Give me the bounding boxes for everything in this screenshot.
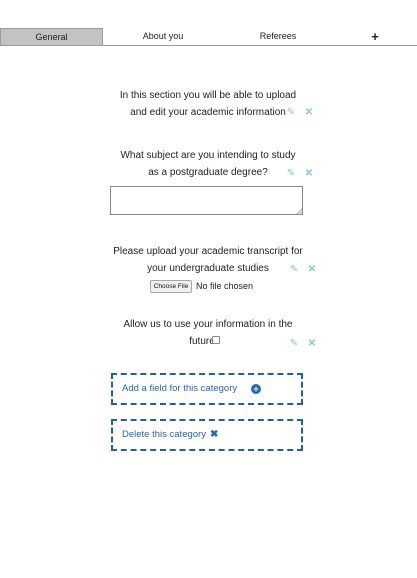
transcript-line-2: your undergraduate studies	[147, 263, 269, 274]
tab-general[interactable]: General	[0, 28, 103, 45]
consent-line-1: Allow us to use your information in the	[123, 319, 293, 330]
tab-bar: General About you Referees +	[0, 28, 417, 46]
edit-pencil-icon[interactable]: ✎	[288, 264, 300, 276]
edit-pencil-icon[interactable]: ✎	[285, 168, 297, 180]
choose-file-button[interactable]: Choose File	[150, 280, 192, 293]
plus-circle-icon: +	[251, 384, 261, 394]
consent-line-2: future	[189, 336, 215, 347]
remove-close-icon[interactable]: ✕	[303, 107, 315, 119]
tab-referees[interactable]: Referees	[223, 28, 333, 45]
tab-about-you[interactable]: About you	[103, 28, 223, 45]
section-intro-text: In this section you will be able to uplo…	[108, 87, 308, 121]
section-intro-line-2: and edit your academic information	[130, 107, 286, 118]
consent-label: Allow us to use your information in the …	[108, 316, 308, 350]
transcript-upload-label: Please upload your academic transcript f…	[106, 243, 310, 277]
remove-close-icon[interactable]: ✕	[306, 264, 318, 276]
subject-question-label: What subject are you intending to study …	[108, 147, 308, 181]
delete-category-button[interactable]: Delete this category ✖	[111, 419, 303, 451]
add-tab-button[interactable]: +	[362, 28, 388, 45]
consent-checkbox[interactable]	[212, 336, 220, 344]
subject-answer-textarea[interactable]	[110, 186, 303, 215]
remove-close-icon[interactable]: ✕	[303, 168, 315, 180]
close-icon: ✖	[210, 429, 219, 440]
add-field-button[interactable]: Add a field for this category +	[111, 373, 303, 405]
section-intro-line-1: In this section you will be able to uplo…	[119, 90, 297, 101]
subject-question-line-1: What subject are you intending to study	[120, 150, 296, 161]
file-status-text: No file chosen	[196, 281, 254, 291]
delete-category-label: Delete this category	[122, 429, 206, 440]
edit-pencil-icon[interactable]: ✎	[285, 107, 297, 119]
edit-pencil-icon[interactable]: ✎	[288, 338, 300, 350]
remove-close-icon[interactable]: ✕	[306, 338, 318, 350]
add-field-label: Add a field for this category	[122, 383, 238, 394]
transcript-line-1: Please upload your academic transcript f…	[113, 246, 303, 257]
subject-question-line-2: as a postgraduate degree?	[148, 167, 268, 178]
